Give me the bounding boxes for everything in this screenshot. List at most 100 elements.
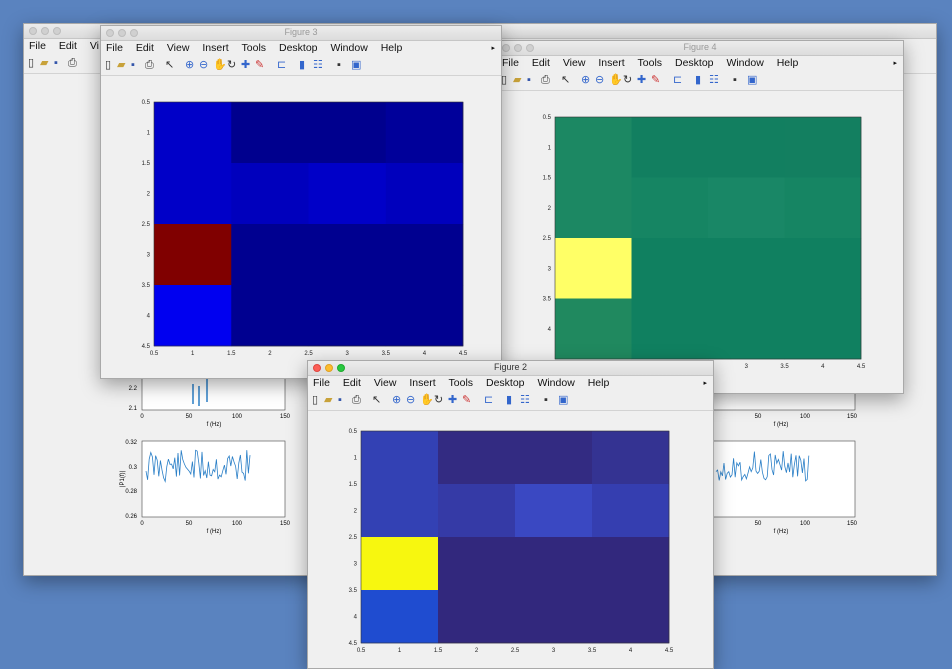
menu-tools[interactable]: Tools: [242, 41, 267, 56]
menu-insert[interactable]: Insert: [202, 41, 228, 56]
figure-2-window[interactable]: Figure 2 File Edit View Insert Tools Des…: [307, 360, 714, 669]
menu-view[interactable]: Vi: [90, 39, 99, 54]
menu-file[interactable]: File: [502, 56, 519, 71]
colorbar-icon[interactable]: ▮: [695, 74, 701, 86]
open-file-icon[interactable]: ▰: [513, 74, 521, 86]
pan-icon[interactable]: ✋: [420, 394, 434, 406]
chevron-icon[interactable]: ▸: [703, 376, 707, 391]
rotate-icon[interactable]: ↻: [434, 394, 443, 406]
legend-icon[interactable]: ☷: [709, 74, 719, 86]
pan-icon[interactable]: ✋: [213, 59, 227, 71]
dock-icon[interactable]: ▣: [351, 59, 361, 71]
brush-icon[interactable]: ✎: [255, 59, 264, 71]
colorbar-icon[interactable]: ▮: [506, 394, 512, 406]
open-file-icon[interactable]: ▰: [324, 394, 332, 406]
dock-icon[interactable]: ▣: [747, 74, 757, 86]
title-bar[interactable]: Figure 3: [101, 26, 501, 41]
print-icon[interactable]: ⎙: [352, 394, 361, 406]
zoom-out-icon[interactable]: ⊖: [406, 394, 415, 406]
pointer-icon[interactable]: ↖: [561, 74, 570, 86]
legend-icon[interactable]: ☷: [520, 394, 530, 406]
hide-tools-icon[interactable]: ▪: [337, 59, 341, 71]
legend-icon[interactable]: ☷: [313, 59, 323, 71]
xtick-label: 3: [745, 364, 749, 370]
menu-help[interactable]: Help: [777, 56, 799, 71]
menu-view[interactable]: View: [374, 376, 397, 391]
menu-help[interactable]: Help: [588, 376, 610, 391]
rotate-icon[interactable]: ↻: [227, 59, 236, 71]
menu-window[interactable]: Window: [726, 56, 763, 71]
minimize-icon[interactable]: [41, 27, 49, 35]
figure-4-window[interactable]: Figure 4 File Edit View Insert Tools Des…: [496, 40, 904, 394]
menu-edit[interactable]: Edit: [136, 41, 154, 56]
save-icon[interactable]: ▪: [527, 74, 531, 86]
zoom-out-icon[interactable]: ⊖: [199, 59, 208, 71]
dock-icon[interactable]: ▣: [558, 394, 568, 406]
pan-icon[interactable]: ✋: [609, 74, 623, 86]
print-icon[interactable]: ⎙: [145, 59, 154, 71]
brush-icon[interactable]: ✎: [462, 394, 471, 406]
open-file-icon[interactable]: ▰: [40, 57, 48, 69]
zoom-in-icon[interactable]: ⊕: [392, 394, 401, 406]
menu-window[interactable]: Window: [330, 41, 367, 56]
menu-desktop[interactable]: Desktop: [486, 376, 525, 391]
menu-file[interactable]: File: [29, 39, 46, 54]
zoom-out-icon[interactable]: ⊖: [595, 74, 604, 86]
heatmap-cell: [154, 224, 232, 286]
save-icon[interactable]: ▪: [131, 59, 135, 71]
data-cursor-icon[interactable]: ✚: [448, 394, 457, 406]
open-file-icon[interactable]: ▰: [117, 59, 125, 71]
menu-tools[interactable]: Tools: [449, 376, 474, 391]
save-icon[interactable]: ▪: [338, 394, 342, 406]
heatmap-cell: [438, 537, 516, 591]
menu-window[interactable]: Window: [537, 376, 574, 391]
hide-tools-icon[interactable]: ▪: [544, 394, 548, 406]
menu-edit[interactable]: Edit: [59, 39, 77, 54]
link-icon[interactable]: ⊏: [277, 59, 286, 71]
menu-view[interactable]: View: [167, 41, 190, 56]
menu-view[interactable]: View: [563, 56, 586, 71]
title-bar[interactable]: Figure 2: [308, 361, 713, 376]
link-icon[interactable]: ⊏: [484, 394, 493, 406]
menu-file[interactable]: File: [106, 41, 123, 56]
heatmap-cell: [385, 224, 464, 286]
new-figure-icon[interactable]: ▯: [105, 59, 111, 71]
xtick: 50: [186, 414, 193, 420]
title-bar[interactable]: Figure 4: [497, 41, 903, 56]
brush-icon[interactable]: ✎: [651, 74, 660, 86]
data-cursor-icon[interactable]: ✚: [241, 59, 250, 71]
zoom-in-icon[interactable]: ⊕: [581, 74, 590, 86]
menu-insert[interactable]: Insert: [409, 376, 435, 391]
xtick-label: 3: [345, 351, 349, 357]
ytick-label: 2: [354, 509, 358, 515]
heatmap-cell: [385, 285, 464, 347]
menu-help[interactable]: Help: [381, 41, 403, 56]
chevron-icon[interactable]: ▸: [491, 41, 495, 56]
chevron-icon[interactable]: ▸: [893, 56, 897, 71]
hide-tools-icon[interactable]: ▪: [733, 74, 737, 86]
menu-edit[interactable]: Edit: [532, 56, 550, 71]
menu-edit[interactable]: Edit: [343, 376, 361, 391]
xtick-label: 3.5: [382, 351, 391, 357]
menu-tools[interactable]: Tools: [638, 56, 663, 71]
new-figure-icon[interactable]: ▯: [312, 394, 318, 406]
figure-3-window[interactable]: Figure 3 File Edit View Insert Tools Des…: [100, 25, 502, 379]
zoom-in-icon[interactable]: ⊕: [185, 59, 194, 71]
link-icon[interactable]: ⊏: [673, 74, 682, 86]
menu-desktop[interactable]: Desktop: [279, 41, 318, 56]
pointer-icon[interactable]: ↖: [165, 59, 174, 71]
menu-desktop[interactable]: Desktop: [675, 56, 714, 71]
pointer-icon[interactable]: ↖: [372, 394, 381, 406]
save-icon[interactable]: ▪: [54, 57, 58, 69]
menu-file[interactable]: File: [313, 376, 330, 391]
zoom-icon[interactable]: [53, 27, 61, 35]
close-icon[interactable]: [29, 27, 37, 35]
print-icon[interactable]: ⎙: [541, 74, 550, 86]
colorbar-icon[interactable]: ▮: [299, 59, 305, 71]
menu-insert[interactable]: Insert: [598, 56, 624, 71]
print-icon[interactable]: ⎙: [68, 57, 77, 69]
heatmap-cell: [784, 238, 862, 299]
new-figure-icon[interactable]: ▯: [28, 57, 34, 69]
data-cursor-icon[interactable]: ✚: [637, 74, 646, 86]
rotate-icon[interactable]: ↻: [623, 74, 632, 86]
